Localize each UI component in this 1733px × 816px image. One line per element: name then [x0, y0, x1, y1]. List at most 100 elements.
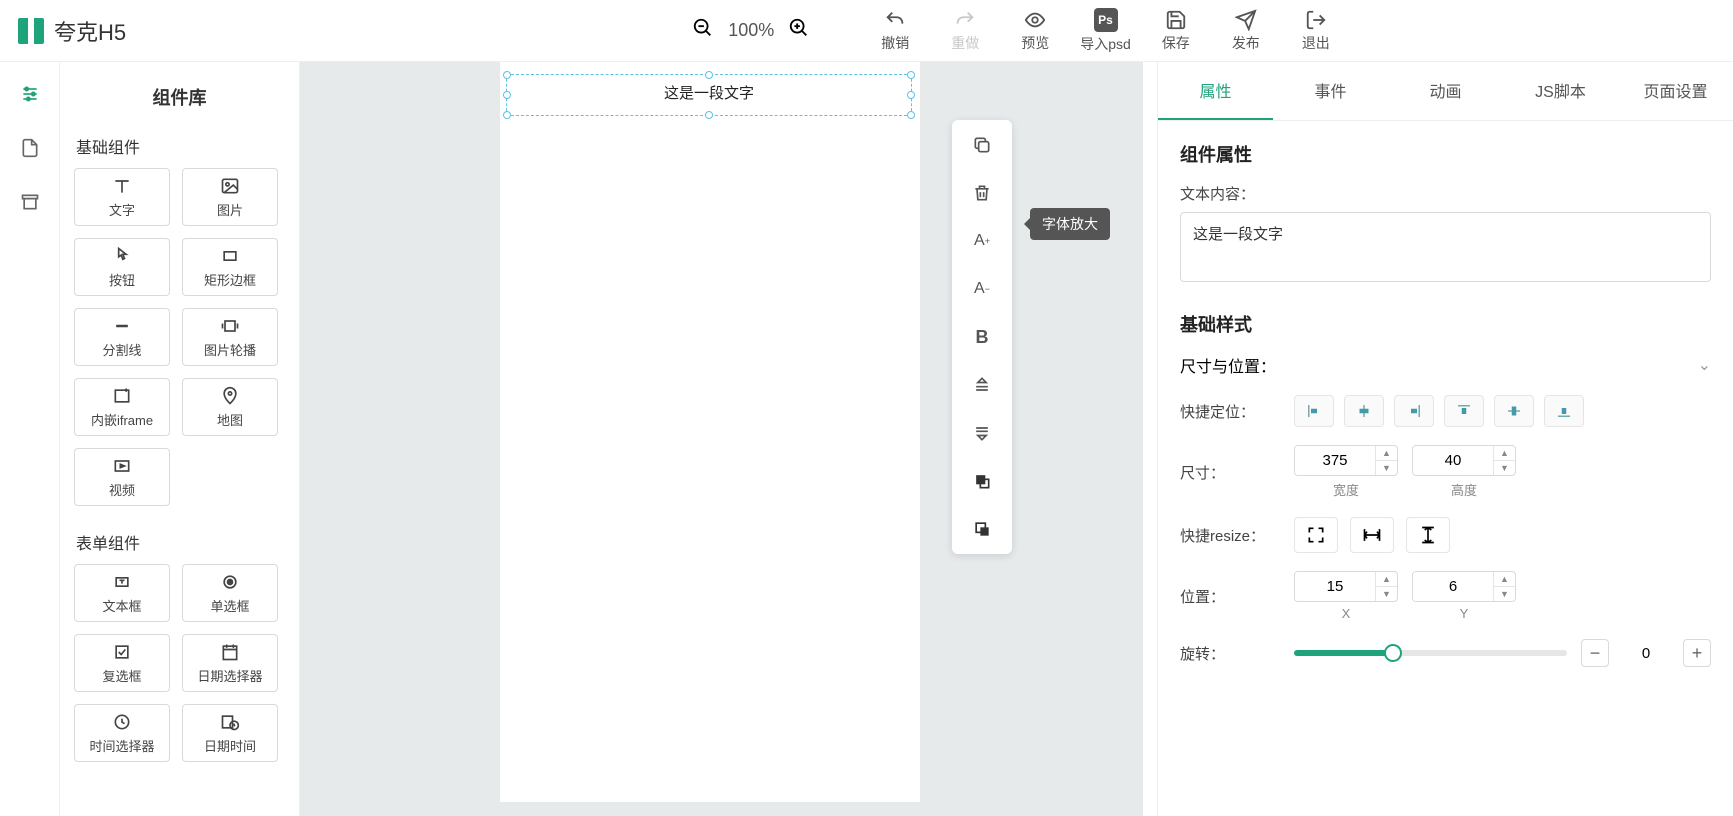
layer-up-button[interactable]: [967, 370, 997, 400]
height-down[interactable]: ▼: [1494, 461, 1515, 475]
comp-radio[interactable]: 单选框: [182, 564, 278, 622]
x-input[interactable]: [1295, 572, 1375, 601]
rail-pages[interactable]: [16, 134, 44, 162]
align-top-icon: [1455, 402, 1473, 420]
resize-handle-se[interactable]: [907, 111, 915, 119]
tab-events[interactable]: 事件: [1273, 62, 1388, 120]
width-up[interactable]: ▲: [1376, 446, 1397, 461]
width-down[interactable]: ▼: [1376, 461, 1397, 475]
rotate-plus[interactable]: +: [1683, 639, 1711, 667]
size-position-row[interactable]: 尺寸与位置： ⌄: [1180, 353, 1711, 377]
zoom-value: 100%: [728, 20, 774, 41]
comp-datetime[interactable]: 日期时间: [182, 704, 278, 762]
y-down[interactable]: ▼: [1494, 587, 1515, 601]
comp-video-label: 视频: [109, 480, 135, 499]
resize-handle-nw[interactable]: [503, 71, 511, 79]
save-icon: [1165, 9, 1187, 31]
rotate-minus[interactable]: −: [1581, 639, 1609, 667]
preview-button[interactable]: 预览: [1010, 9, 1060, 53]
comp-carousel[interactable]: 图片轮播: [182, 308, 278, 366]
selected-text-component[interactable]: 这是一段文字: [506, 74, 912, 116]
height-input-box: ▲▼: [1412, 445, 1516, 476]
delete-button[interactable]: [967, 178, 997, 208]
tab-attributes[interactable]: 属性: [1158, 62, 1273, 120]
comp-image[interactable]: 图片: [182, 168, 278, 226]
rotate-slider[interactable]: [1294, 650, 1567, 656]
x-up[interactable]: ▲: [1376, 572, 1397, 587]
text-content-input[interactable]: [1180, 212, 1711, 282]
y-up[interactable]: ▲: [1494, 572, 1515, 587]
size-pos-label: 尺寸与位置：: [1180, 353, 1276, 377]
copy-icon: [972, 135, 992, 155]
text-icon: [112, 176, 132, 196]
publish-button[interactable]: 发布: [1221, 9, 1271, 53]
comp-divider[interactable]: 分割线: [74, 308, 170, 366]
comp-map[interactable]: 地图: [182, 378, 278, 436]
comp-timepicker[interactable]: 时间选择器: [74, 704, 170, 762]
size-row: 尺寸： ▲▼ 宽度 ▲▼ 高度: [1180, 445, 1711, 499]
redo-label: 重做: [951, 33, 979, 53]
align-top-button[interactable]: [1444, 395, 1484, 427]
bring-front-button[interactable]: [967, 466, 997, 496]
canvas-page[interactable]: 这是一段文字: [500, 62, 920, 802]
resize-handle-w[interactable]: [503, 91, 511, 99]
zoom-out-icon[interactable]: [692, 17, 714, 44]
comp-checkbox[interactable]: 复选框: [74, 634, 170, 692]
comp-textbox[interactable]: 文本框: [74, 564, 170, 622]
width-input[interactable]: [1295, 446, 1375, 475]
bold-button[interactable]: B: [967, 322, 997, 352]
align-vcenter-button[interactable]: [1494, 395, 1534, 427]
exit-button[interactable]: 退出: [1291, 9, 1341, 53]
resize-handle-ne[interactable]: [907, 71, 915, 79]
copy-button[interactable]: [967, 130, 997, 160]
layer-down-button[interactable]: [967, 418, 997, 448]
y-input[interactable]: [1413, 572, 1493, 601]
resize-height-button[interactable]: [1406, 517, 1450, 553]
font-bigger-button[interactable]: A+: [967, 226, 997, 256]
comp-button[interactable]: 按钮: [74, 238, 170, 296]
send-back-button[interactable]: [967, 514, 997, 544]
zoom-in-icon[interactable]: [788, 17, 810, 44]
checkbox-icon: [112, 642, 132, 662]
comp-iframe[interactable]: 内嵌iframe: [74, 378, 170, 436]
height-up[interactable]: ▲: [1494, 446, 1515, 461]
rotate-slider-thumb[interactable]: [1384, 644, 1402, 662]
align-hcenter-button[interactable]: [1344, 395, 1384, 427]
header-bar: 夸克H5 100% 撤销 重做 预览 Ps 导入psd 保存 发: [0, 0, 1733, 62]
resize-fullscreen-button[interactable]: [1294, 517, 1338, 553]
trash-icon: [972, 183, 992, 203]
comp-image-label: 图片: [217, 200, 243, 219]
x-down[interactable]: ▼: [1376, 587, 1397, 601]
resize-handle-e[interactable]: [907, 91, 915, 99]
comp-text[interactable]: 文字: [74, 168, 170, 226]
align-left-button[interactable]: [1294, 395, 1334, 427]
font-smaller-button[interactable]: A−: [967, 274, 997, 304]
comp-rect[interactable]: 矩形边框: [182, 238, 278, 296]
sliders-icon: [20, 84, 40, 104]
resize-handle-s[interactable]: [705, 111, 713, 119]
align-right-button[interactable]: [1394, 395, 1434, 427]
align-bottom-button[interactable]: [1544, 395, 1584, 427]
left-rail: [0, 62, 60, 816]
resize-handle-sw[interactable]: [503, 111, 511, 119]
tab-animation[interactable]: 动画: [1388, 62, 1503, 120]
comp-video[interactable]: 视频: [74, 448, 170, 506]
video-icon: [112, 456, 132, 476]
resize-width-button[interactable]: [1350, 517, 1394, 553]
import-psd-button[interactable]: Ps 导入psd: [1080, 8, 1131, 54]
rail-components[interactable]: [16, 80, 44, 108]
canvas-area[interactable]: 这是一段文字: [300, 62, 1143, 816]
resize-handle-n[interactable]: [705, 71, 713, 79]
comp-datepicker[interactable]: 日期选择器: [182, 634, 278, 692]
comp-textbox-label: 文本框: [102, 596, 141, 615]
align-right-icon: [1405, 402, 1423, 420]
rail-archive[interactable]: [16, 188, 44, 216]
tab-script[interactable]: JS脚本: [1503, 62, 1618, 120]
tab-page-settings[interactable]: 页面设置: [1618, 62, 1733, 120]
selected-text-content: 这是一段文字: [507, 79, 911, 109]
undo-button[interactable]: 撤销: [870, 9, 920, 53]
height-input[interactable]: [1413, 446, 1493, 475]
save-button[interactable]: 保存: [1151, 9, 1201, 53]
redo-button[interactable]: 重做: [940, 9, 990, 53]
preview-label: 预览: [1021, 33, 1049, 53]
